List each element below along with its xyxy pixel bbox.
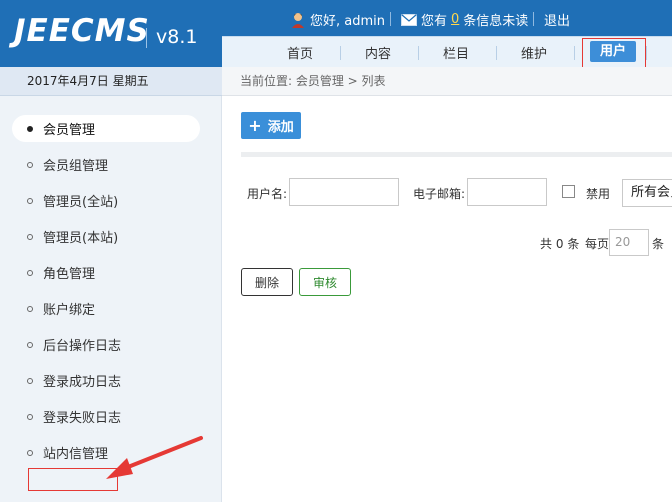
annotation-box: [28, 468, 118, 491]
annotation-arrow-icon: [106, 436, 203, 479]
